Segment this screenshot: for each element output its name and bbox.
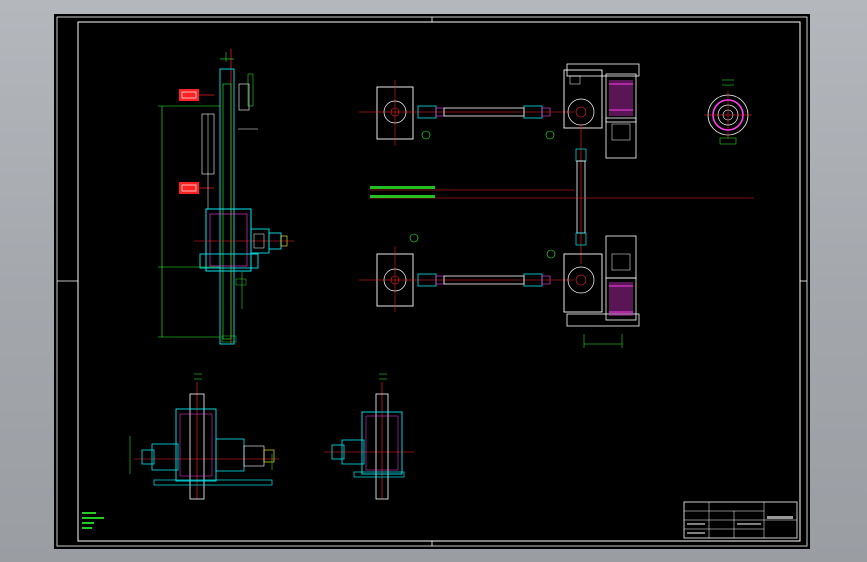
technical-notes [82,512,104,529]
cad-viewport [0,0,867,562]
section-detail-circle [704,79,752,145]
plan-note-2 [370,195,435,198]
motor-highlight-upper [609,80,633,116]
title-block [683,501,798,539]
motor-highlight-lower [609,282,633,316]
plan-note-1 [370,186,435,189]
plan-view [359,63,754,348]
section-view-1 [129,373,279,500]
gearbox-lower-right [563,253,603,313]
drawing-canvas [56,16,808,547]
section-view-2 [324,373,414,500]
outer-border [56,16,808,547]
balloon-icon [421,130,431,140]
drawing-sheet [54,14,810,549]
elevation-view [158,49,294,345]
